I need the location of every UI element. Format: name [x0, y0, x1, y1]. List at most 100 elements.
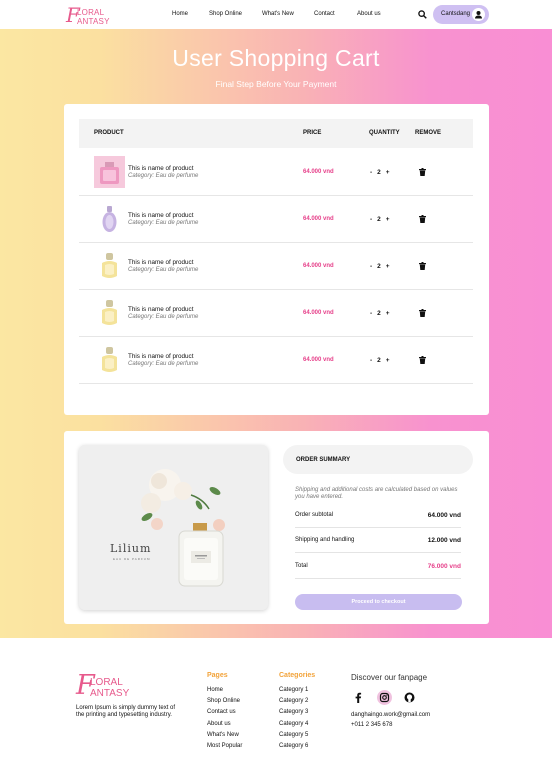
quantity-stepper: -2 + [370, 216, 395, 223]
cart-row: This is name of product Category: Eau de… [79, 149, 473, 196]
footer-link-whats-new[interactable]: What's New [207, 732, 242, 743]
footer-category-5[interactable]: Category 5 [279, 732, 315, 743]
decrease-button[interactable]: - [370, 169, 372, 176]
footer-category-1[interactable]: Category 1 [279, 687, 315, 698]
footer: F LORAL ANTASY Lorem Ipsum is simply dum… [0, 638, 552, 777]
trash-icon[interactable] [419, 262, 426, 270]
footer-logo-top: LORAL [90, 677, 123, 688]
trash-icon[interactable] [419, 356, 426, 364]
nav-link-home[interactable]: Home [172, 11, 188, 17]
product-price: 64.000 vnd [303, 216, 334, 222]
footer-pages: Pages Home Shop Online Contact us About … [207, 672, 242, 754]
footer-logo-bottom: ANTASY [90, 688, 130, 699]
trash-icon[interactable] [419, 215, 426, 223]
increase-button[interactable]: + [386, 357, 390, 364]
order-summary-title: ORDER SUMMARY [283, 445, 473, 474]
cart-table-header: PRODUCT PRICE QUANTITY REMOVE [79, 119, 473, 148]
quantity-stepper: -2 + [370, 310, 395, 317]
checkout-label: Proceed to checkout [351, 599, 406, 605]
product-category: Category: Eau de perfume [128, 267, 199, 273]
search-icon[interactable] [418, 10, 427, 19]
footer-categories-title: Categories [279, 672, 316, 679]
footer-category-4[interactable]: Category 4 [279, 721, 315, 732]
product-name[interactable]: This is name of product [128, 353, 193, 360]
order-summary-section: Lilium EAU DE PARFUM ORDER SUMMARY Shipp… [64, 431, 489, 624]
total-value: 76.000 vnd [427, 563, 461, 570]
product-name[interactable]: This is name of product [128, 212, 193, 219]
checkout-button[interactable]: Proceed to checkout [295, 594, 462, 610]
order-summary-heading: ORDER SUMMARY [296, 457, 351, 463]
trash-icon[interactable] [419, 309, 426, 317]
increase-button[interactable]: + [386, 216, 390, 223]
cart-row: This is name of product Category: Eau de… [79, 243, 473, 290]
cart-row: This is name of product Category: Eau de… [79, 196, 473, 243]
footer-link-about-us[interactable]: About us [207, 721, 242, 732]
footer-link-most-popular[interactable]: Most Popular [207, 743, 242, 754]
user-account-button[interactable]: Cantsdang [433, 5, 489, 24]
subtotal-value: 64.000 vnd [427, 512, 461, 519]
footer-pages-title: Pages [207, 672, 228, 679]
increase-button[interactable]: + [386, 263, 390, 270]
footer-category-3[interactable]: Category 3 [279, 709, 315, 720]
increase-button[interactable]: + [386, 310, 390, 317]
product-name[interactable]: This is name of product [128, 306, 193, 313]
nav-link-about-us[interactable]: About us [357, 11, 381, 17]
nav-link-whats-new[interactable]: What's New [262, 11, 294, 17]
total-label: Total [295, 563, 308, 569]
footer-logo[interactable]: F LORAL ANTASY [76, 670, 146, 701]
instagram-icon[interactable] [377, 690, 392, 705]
col-quantity: QUANTITY [369, 130, 400, 136]
product-thumbnail[interactable] [94, 344, 125, 376]
trash-icon[interactable] [419, 168, 426, 176]
col-price: PRICE [303, 130, 322, 136]
quantity-value: 2 [377, 310, 381, 317]
fanpage-title: Discover our fanpage [351, 673, 428, 682]
product-category: Category: Eau de perfume [128, 173, 199, 179]
decrease-button[interactable]: - [370, 216, 372, 223]
product-photo: Lilium EAU DE PARFUM [79, 445, 268, 610]
contact-email[interactable]: danghaingo.work@gmail.com [351, 712, 430, 718]
facebook-icon[interactable] [351, 690, 366, 705]
photo-brand-text: Lilium [110, 542, 152, 555]
summary-row-shipping: Shipping and handling 12.000 vnd [295, 528, 461, 553]
product-category: Category: Eau de perfume [128, 361, 199, 367]
footer-link-shop-online[interactable]: Shop Online [207, 698, 242, 709]
quantity-value: 2 [377, 263, 381, 270]
github-icon[interactable] [402, 690, 417, 705]
summary-row-subtotal: Order subtotal 64.000 vnd [295, 503, 461, 528]
footer-link-home[interactable]: Home [207, 687, 242, 698]
decrease-button[interactable]: - [370, 263, 372, 270]
contact-phone: +011 2 345 678 [351, 722, 393, 728]
quantity-value: 2 [377, 216, 381, 223]
decrease-button[interactable]: - [370, 310, 372, 317]
brand-logo[interactable]: F LORAL ANTASY [66, 3, 126, 27]
footer-category-6[interactable]: Category 6 [279, 743, 315, 754]
footer-categories: Categories Category 1 Category 2 Categor… [279, 672, 315, 754]
product-price: 64.000 vnd [303, 310, 334, 316]
cart-table: PRODUCT PRICE QUANTITY REMOVE This is na… [64, 104, 489, 415]
product-name[interactable]: This is name of product [128, 165, 193, 172]
shipping-value: 12.000 vnd [427, 537, 461, 544]
product-price: 64.000 vnd [303, 169, 334, 175]
footer-category-2[interactable]: Category 2 [279, 698, 315, 709]
product-thumbnail[interactable] [94, 203, 125, 235]
cart-row: This is name of product Category: Eau de… [79, 337, 473, 384]
product-price: 64.000 vnd [303, 357, 334, 363]
footer-link-contact-us[interactable]: Contact us [207, 709, 242, 720]
decrease-button[interactable]: - [370, 357, 372, 364]
photo-brand-tag: EAU DE PARFUM [113, 557, 151, 561]
product-price: 64.000 vnd [303, 263, 334, 269]
quantity-stepper: -2 + [370, 169, 395, 176]
nav-link-shop-online[interactable]: Shop Online [209, 11, 242, 17]
quantity-value: 2 [377, 169, 381, 176]
product-thumbnail[interactable] [94, 250, 125, 282]
product-name[interactable]: This is name of product [128, 259, 193, 266]
product-thumbnail[interactable] [94, 156, 125, 188]
product-thumbnail[interactable] [94, 297, 125, 329]
page-subtitle: Final Step Before Your Payment [215, 79, 337, 89]
nav-link-contact[interactable]: Contact [314, 11, 335, 17]
quantity-value: 2 [377, 357, 381, 364]
shipping-label: Shipping and handling [295, 537, 355, 543]
logo-text-bottom: ANTASY [77, 17, 110, 26]
increase-button[interactable]: + [386, 169, 390, 176]
